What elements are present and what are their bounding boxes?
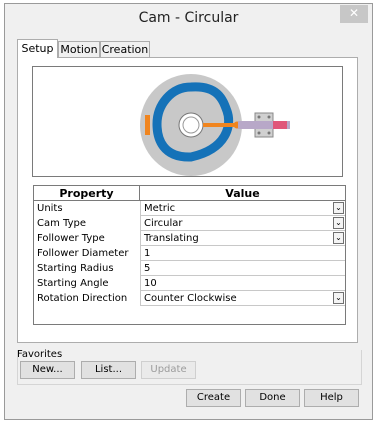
cam-preview bbox=[32, 66, 343, 177]
property-name: Follower Diameter bbox=[37, 248, 129, 259]
chevron-down-icon[interactable]: ⌄ bbox=[333, 202, 344, 214]
property-value-text: Counter Clockwise bbox=[144, 293, 237, 304]
property-name: Starting Radius bbox=[37, 263, 114, 274]
property-value-text: Metric bbox=[144, 203, 176, 214]
chevron-down-icon[interactable]: ⌄ bbox=[333, 292, 344, 304]
property-value-select[interactable]: Circular ⌄ bbox=[140, 216, 345, 231]
property-name: Starting Angle bbox=[37, 278, 109, 289]
property-value-select[interactable]: Counter Clockwise ⌄ bbox=[140, 291, 345, 306]
guide-bolt bbox=[257, 115, 261, 119]
chevron-down-icon[interactable]: ⌄ bbox=[333, 217, 344, 229]
property-value-input[interactable]: 5 bbox=[140, 261, 345, 276]
property-row: Cam Type Circular ⌄ bbox=[34, 216, 345, 232]
cam-dialog-window: Cam - Circular ✕ Setup Motion Creation P… bbox=[4, 3, 373, 420]
cam-hub-inner bbox=[182, 116, 200, 134]
property-row: Starting Radius 5 bbox=[34, 261, 345, 277]
create-button[interactable]: Create bbox=[186, 389, 241, 407]
property-row: Starting Angle 10 bbox=[34, 276, 345, 292]
follower-start-marker bbox=[145, 115, 150, 135]
property-name: Cam Type bbox=[37, 218, 86, 229]
property-value-text: 5 bbox=[144, 263, 151, 274]
title-bar: Cam - Circular ✕ bbox=[5, 4, 372, 34]
property-value-input[interactable]: 10 bbox=[140, 276, 345, 291]
favorites-list-button[interactable]: List... bbox=[81, 361, 136, 379]
setup-tab-panel: Property Value Units Metric ⌄ Cam Type Circu… bbox=[17, 57, 358, 343]
favorites-update-button[interactable]: Update bbox=[141, 361, 196, 379]
property-value-select[interactable]: Metric ⌄ bbox=[140, 201, 345, 216]
value-column-header: Value bbox=[140, 186, 345, 201]
property-value-text: 10 bbox=[144, 278, 157, 289]
property-row: Rotation Direction Counter Clockwise ⌄ bbox=[34, 291, 345, 307]
property-value-input[interactable]: 1 bbox=[140, 246, 345, 261]
property-column-header: Property bbox=[34, 186, 140, 201]
property-row: Units Metric ⌄ bbox=[34, 201, 345, 217]
favorites-label: Favorites bbox=[17, 349, 63, 360]
follower-rod-end bbox=[273, 121, 287, 129]
guide-bolt bbox=[267, 115, 271, 119]
property-name: Units bbox=[37, 203, 63, 214]
tab-creation[interactable]: Creation bbox=[100, 41, 150, 57]
property-name: Rotation Direction bbox=[37, 293, 128, 304]
help-button[interactable]: Help bbox=[304, 389, 359, 407]
chevron-down-icon[interactable]: ⌄ bbox=[333, 232, 344, 244]
tab-motion[interactable]: Motion bbox=[58, 41, 100, 57]
guide-bolt bbox=[257, 131, 261, 135]
property-value-text: Translating bbox=[144, 233, 199, 244]
property-value-text: Circular bbox=[144, 218, 183, 229]
property-row: Follower Diameter 1 bbox=[34, 246, 345, 262]
tab-setup[interactable]: Setup bbox=[17, 39, 58, 58]
favorites-new-button[interactable]: New... bbox=[20, 361, 75, 379]
property-table: Property Value Units Metric ⌄ Cam Type Circu… bbox=[33, 185, 346, 325]
close-icon: ✕ bbox=[348, 6, 360, 20]
property-name: Follower Type bbox=[37, 233, 105, 244]
close-button[interactable]: ✕ bbox=[340, 5, 368, 23]
cam-preview-graphic bbox=[140, 74, 290, 176]
done-button[interactable]: Done bbox=[245, 389, 300, 407]
guide-bolt bbox=[267, 131, 271, 135]
property-row: Follower Type Translating ⌄ bbox=[34, 231, 345, 247]
property-value-select[interactable]: Translating ⌄ bbox=[140, 231, 345, 246]
window-title: Cam - Circular bbox=[138, 10, 239, 26]
property-value-text: 1 bbox=[144, 248, 151, 259]
